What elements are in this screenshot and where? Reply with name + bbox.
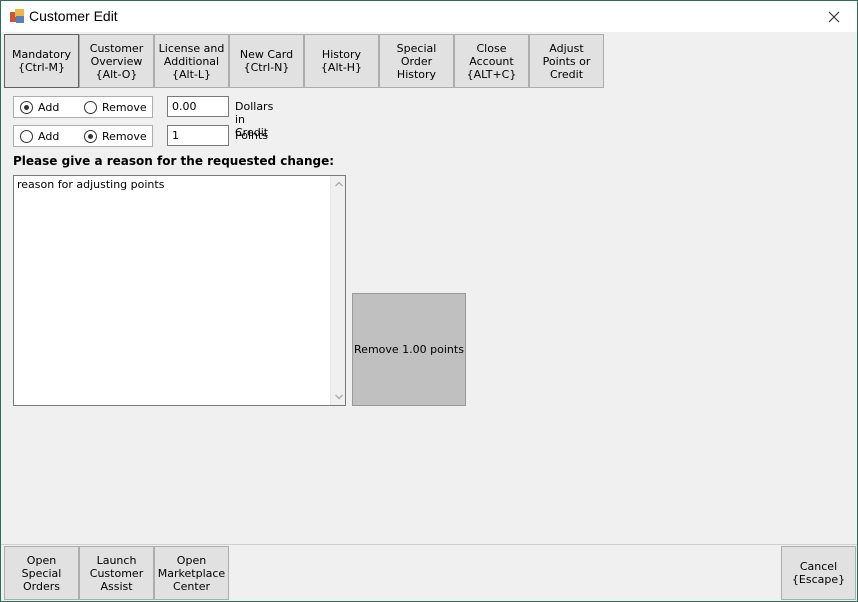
- points-radio-group: Add Remove: [13, 125, 153, 147]
- tab-special-order-history[interactable]: Special Order History: [379, 34, 454, 88]
- tab-customer-overview[interactable]: Customer Overview {Alt-O}: [79, 34, 154, 88]
- scroll-down-button[interactable]: [331, 389, 346, 405]
- footer-divider: [1, 544, 857, 545]
- app-logo-icon: [10, 9, 24, 23]
- launch-customer-assist-button[interactable]: Launch Customer Assist: [79, 546, 154, 600]
- tab-bar: Mandatory {Ctrl-M} Customer Overview {Al…: [4, 34, 604, 88]
- points-label: Points: [235, 129, 269, 142]
- points-amount-input[interactable]: [167, 125, 229, 146]
- reason-prompt: Please give a reason for the requested c…: [13, 154, 335, 168]
- tab-mandatory[interactable]: Mandatory {Ctrl-M}: [4, 34, 79, 88]
- points-add-label: Add: [38, 130, 60, 143]
- credit-radio-group: Add Remove: [13, 96, 153, 118]
- scroll-up-button[interactable]: [331, 176, 346, 192]
- radio-unchecked-icon: [84, 101, 97, 114]
- open-special-orders-button[interactable]: Open Special Orders: [4, 546, 79, 600]
- credit-add-label: Add: [38, 101, 60, 114]
- points-remove-radio[interactable]: Remove: [84, 130, 147, 143]
- tab-history[interactable]: History {Alt-H}: [304, 34, 379, 88]
- points-add-radio[interactable]: Add: [20, 130, 59, 143]
- credit-add-radio[interactable]: Add: [20, 101, 59, 114]
- chevron-down-icon: [334, 394, 343, 400]
- remove-points-button[interactable]: Remove 1.00 points: [352, 293, 466, 406]
- close-button[interactable]: [811, 1, 857, 32]
- customer-edit-window: Customer Edit Mandatory {Ctrl-M} Custome…: [0, 0, 858, 602]
- radio-checked-icon: [20, 101, 33, 114]
- reason-text: reason for adjusting points: [17, 178, 165, 191]
- tab-close-account[interactable]: Close Account {ALT+C}: [454, 34, 529, 88]
- radio-unchecked-icon: [20, 130, 33, 143]
- points-remove-label: Remove: [102, 130, 147, 143]
- window-title: Customer Edit: [29, 8, 118, 24]
- title-bar: Customer Edit: [1, 1, 857, 32]
- tab-license-additional[interactable]: License and Additional {Alt-L}: [154, 34, 229, 88]
- close-icon: [828, 11, 840, 22]
- chevron-up-icon: [334, 181, 343, 187]
- reason-scrollbar[interactable]: [330, 176, 345, 405]
- footer-buttons: Open Special Orders Launch Customer Assi…: [4, 546, 229, 600]
- radio-checked-icon: [84, 130, 97, 143]
- credit-amount-input[interactable]: [167, 96, 229, 117]
- credit-remove-radio[interactable]: Remove: [84, 101, 147, 114]
- tab-adjust-points-credit[interactable]: Adjust Points or Credit: [529, 34, 604, 88]
- cancel-button[interactable]: Cancel {Escape}: [781, 546, 856, 600]
- credit-remove-label: Remove: [102, 101, 147, 114]
- tab-new-card[interactable]: New Card {Ctrl-N}: [229, 34, 304, 88]
- reason-textarea[interactable]: reason for adjusting points: [13, 175, 346, 406]
- open-marketplace-center-button[interactable]: Open Marketplace Center: [154, 546, 229, 600]
